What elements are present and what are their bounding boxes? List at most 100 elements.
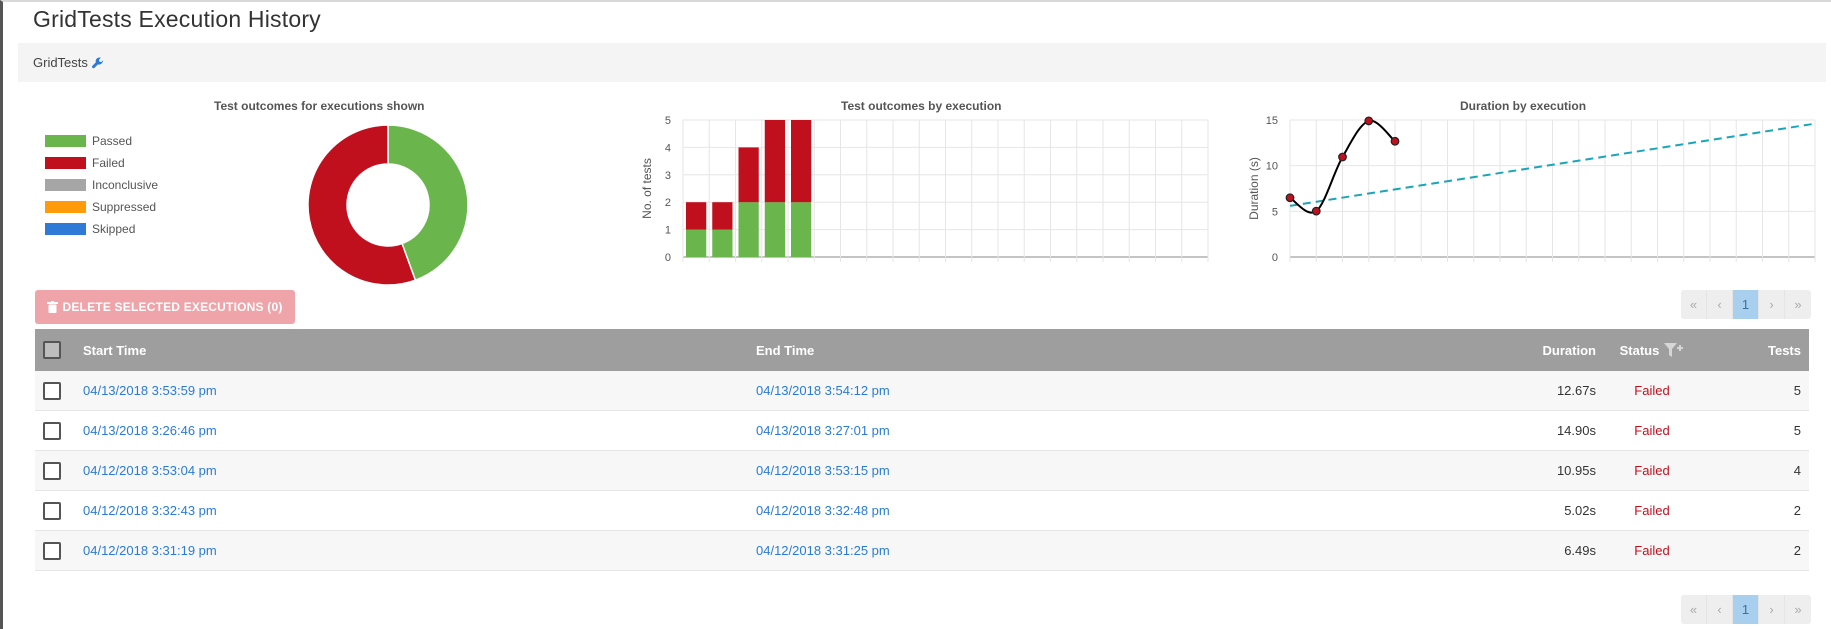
donut-chart-title: Test outcomes for executions shown — [214, 99, 425, 113]
tests-cell: 5 — [1793, 423, 1801, 438]
end-time-link[interactable]: 04/13/2018 3:27:01 pm — [756, 411, 890, 450]
duration-point[interactable] — [1390, 136, 1400, 146]
row-checkbox[interactable] — [43, 501, 61, 520]
tests-cell: 2 — [1793, 543, 1801, 558]
table-row: 04/13/2018 3:53:59 pm 04/13/2018 3:54:12 … — [35, 371, 1809, 411]
row-checkbox[interactable] — [43, 461, 61, 480]
row-checkbox[interactable] — [43, 381, 61, 400]
legend-label: Inconclusive — [92, 178, 159, 192]
page-title: GridTests Execution History — [33, 6, 321, 32]
bar-segment-failed[interactable] — [712, 202, 733, 230]
legend-swatch — [45, 201, 86, 213]
duration-cell: 10.95s — [1556, 463, 1596, 478]
status-cell: Failed — [1634, 423, 1670, 438]
duration-cell: 12.67s — [1556, 383, 1596, 398]
duration-point[interactable] — [1311, 206, 1321, 216]
pager-last-button[interactable]: » — [1785, 290, 1811, 319]
duration-point[interactable] — [1364, 116, 1374, 126]
tests-cell: 5 — [1793, 383, 1801, 398]
column-end-time[interactable]: End Time — [756, 329, 814, 371]
line-y-axis-label: Duration (s) — [1247, 157, 1261, 220]
delete-selected-button[interactable]: DELETE SELECTED EXECUTIONS (0) — [35, 290, 295, 324]
legend-item[interactable]: Failed — [45, 152, 158, 174]
row-select-cell — [43, 491, 63, 530]
bar-segment-passed[interactable] — [712, 229, 733, 257]
table-row: 04/12/2018 3:53:04 pm 04/12/2018 3:53:15 … — [35, 451, 1809, 491]
status-cell: Failed — [1634, 383, 1670, 398]
row-select-cell — [43, 451, 63, 490]
bar-segment-failed[interactable] — [686, 202, 707, 230]
legend-label: Passed — [92, 134, 133, 148]
bar-segment-passed[interactable] — [686, 229, 707, 257]
row-checkbox[interactable] — [43, 421, 61, 440]
wrench-icon[interactable] — [91, 57, 104, 69]
bar-y-tick-label: 0 — [665, 252, 671, 264]
bar-y-tick-label: 3 — [665, 170, 671, 182]
legend-item[interactable]: Inconclusive — [45, 174, 158, 196]
bar-segment-failed[interactable] — [791, 120, 812, 203]
pager-first-button[interactable]: « — [1681, 595, 1707, 624]
end-time-link[interactable]: 04/12/2018 3:32:48 pm — [756, 491, 890, 530]
pager-bottom: « ‹ 1 › » — [1681, 595, 1811, 624]
row-checkbox[interactable] — [43, 541, 61, 560]
executions-table: Start Time End Time Duration Status Test… — [35, 329, 1809, 571]
bar-segment-passed[interactable] — [738, 202, 759, 257]
duration-point[interactable] — [1285, 193, 1295, 203]
bar-y-tick-label: 2 — [665, 197, 671, 209]
legend-item[interactable]: Passed — [45, 130, 158, 152]
bar-y-axis-label: No. of tests — [640, 158, 654, 219]
column-status-label: Status — [1619, 342, 1660, 358]
bar-segment-passed[interactable] — [764, 202, 785, 257]
pager-last-button[interactable]: » — [1785, 595, 1811, 624]
status-cell: Failed — [1634, 463, 1670, 478]
start-time-link[interactable]: 04/12/2018 3:53:04 pm — [83, 451, 217, 490]
bar-segment-failed[interactable] — [738, 147, 759, 203]
bar-segment-failed[interactable] — [764, 120, 785, 203]
duration-cell: 14.90s — [1556, 423, 1596, 438]
column-tests[interactable]: Tests — [1768, 329, 1801, 371]
end-time-link[interactable]: 04/12/2018 3:31:25 pm — [756, 531, 890, 570]
line-y-tick-label: 15 — [1266, 115, 1278, 127]
legend-label: Skipped — [92, 222, 136, 236]
legend-swatch — [45, 179, 86, 191]
select-all-checkbox[interactable] — [43, 341, 61, 359]
end-time-link[interactable]: 04/12/2018 3:53:15 pm — [756, 451, 890, 490]
pager-next-button[interactable]: › — [1759, 595, 1785, 624]
column-duration[interactable]: Duration — [1543, 329, 1596, 371]
breadcrumb-label[interactable]: GridTests — [33, 55, 88, 70]
start-time-link[interactable]: 04/12/2018 3:31:19 pm — [83, 531, 217, 570]
row-select-cell — [43, 411, 63, 450]
end-time-link[interactable]: 04/13/2018 3:54:12 pm — [756, 371, 890, 410]
table-row: 04/13/2018 3:26:46 pm 04/13/2018 3:27:01 … — [35, 411, 1809, 451]
start-time-link[interactable]: 04/13/2018 3:53:59 pm — [83, 371, 217, 410]
duration-cell: 6.49s — [1564, 543, 1596, 558]
pager-next-button[interactable]: › — [1759, 290, 1785, 319]
table-body: 04/13/2018 3:53:59 pm 04/13/2018 3:54:12 … — [35, 371, 1809, 571]
status-cell: Failed — [1634, 543, 1670, 558]
column-status[interactable]: Status — [1602, 329, 1702, 371]
start-time-link[interactable]: 04/12/2018 3:32:43 pm — [83, 491, 217, 530]
legend-item[interactable]: Skipped — [45, 218, 158, 240]
outcomes-donut-chart — [307, 124, 469, 286]
pager-prev-button[interactable]: ‹ — [1707, 595, 1733, 624]
start-time-link[interactable]: 04/13/2018 3:26:46 pm — [83, 411, 217, 450]
pager-prev-button[interactable]: ‹ — [1707, 290, 1733, 319]
select-all-cell — [43, 329, 63, 371]
duration-line-chart: 0 5 10 15 Duration (s) — [1247, 115, 1816, 264]
line-y-tick-label: 0 — [1272, 252, 1278, 264]
chart-legend: Passed Failed Inconclusive Suppressed Skippe… — [45, 130, 158, 240]
legend-label: Failed — [92, 156, 125, 170]
pager-page-button[interactable]: 1 — [1733, 595, 1759, 624]
legend-swatch — [45, 223, 86, 235]
pager-first-button[interactable]: « — [1681, 290, 1707, 319]
pager-page-button[interactable]: 1 — [1733, 290, 1759, 319]
row-select-cell — [43, 531, 63, 570]
legend-item[interactable]: Suppressed — [45, 196, 158, 218]
status-cell: Failed — [1634, 503, 1670, 518]
filter-add-icon[interactable] — [1664, 343, 1684, 357]
line-y-tick-label: 5 — [1272, 206, 1278, 218]
duration-point[interactable] — [1338, 152, 1347, 162]
bar-segment-passed[interactable] — [791, 202, 812, 257]
column-start-time[interactable]: Start Time — [83, 329, 146, 371]
bar-y-tick-label: 5 — [665, 115, 671, 127]
